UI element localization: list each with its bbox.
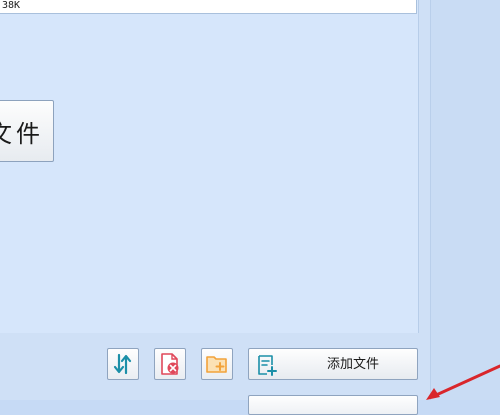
right-panel (430, 0, 500, 400)
file-size-bar: 38K (0, 0, 417, 14)
red-arrow-annotation (426, 364, 500, 400)
add-file-large-button[interactable]: 文件 (0, 100, 54, 162)
sort-button[interactable] (107, 348, 139, 380)
delete-file-icon (161, 353, 179, 375)
delete-file-button[interactable] (154, 348, 186, 380)
add-folder-button[interactable] (201, 348, 233, 380)
add-folder-icon (206, 356, 227, 373)
add-file-button[interactable]: 添加文件 (248, 348, 418, 380)
sort-arrows-icon (113, 353, 132, 375)
converter-window: 38K 文件 添加文件 (0, 0, 430, 415)
secondary-button[interactable] (248, 395, 418, 415)
add-file-large-label: 文件 (0, 119, 44, 148)
add-file-icon (258, 355, 277, 376)
add-file-button-label: 添加文件 (326, 356, 379, 371)
file-size-text: 38K (2, 0, 21, 11)
file-drop-area[interactable]: 38K 文件 (0, 0, 419, 333)
